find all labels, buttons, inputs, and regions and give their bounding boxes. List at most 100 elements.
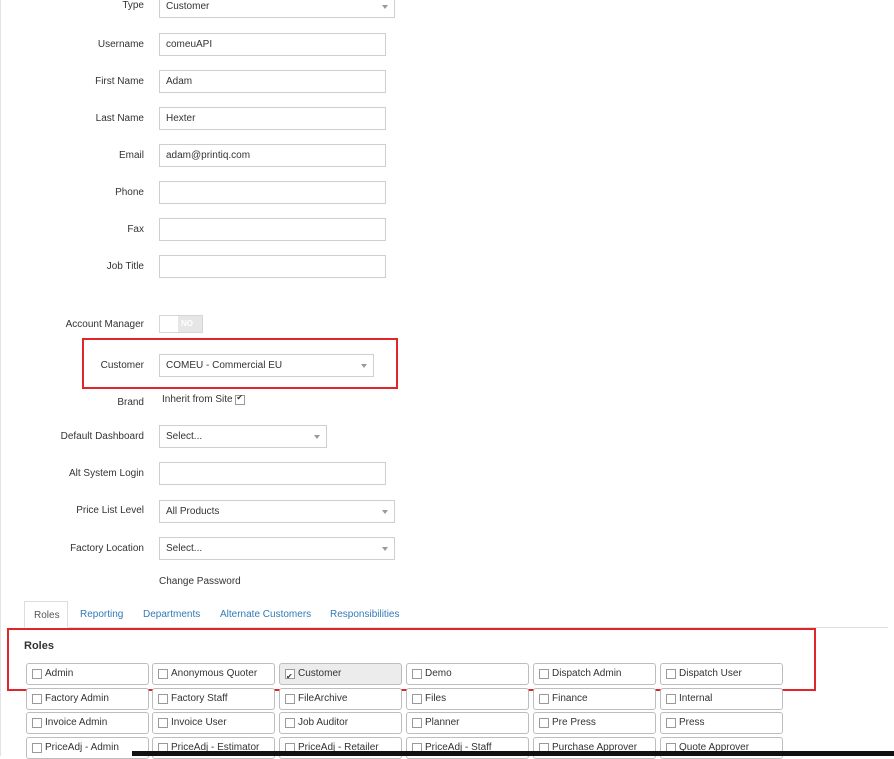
role-label: Admin xyxy=(45,668,74,679)
chevron-down-icon xyxy=(314,435,320,439)
tab-roles[interactable]: Roles xyxy=(24,601,68,628)
role-label: Customer xyxy=(298,668,342,679)
role-checkbox[interactable] xyxy=(285,718,295,728)
role-checkbox[interactable] xyxy=(412,669,422,679)
role-option[interactable]: Pre Press xyxy=(533,712,656,734)
type-label: Type xyxy=(122,0,144,11)
tab-alternate-customers[interactable]: Alternate Customers xyxy=(220,601,311,628)
role-option[interactable]: Job Auditor xyxy=(279,712,402,734)
role-label: Invoice User xyxy=(171,717,227,728)
role-checkbox[interactable] xyxy=(158,694,168,704)
role-checkbox[interactable] xyxy=(666,694,676,704)
role-checkbox[interactable] xyxy=(539,669,549,679)
role-label: PriceAdj - Admin xyxy=(45,742,119,753)
factory-location-label: Factory Location xyxy=(70,543,144,554)
customer-select[interactable]: COMEU - Commercial EU xyxy=(159,354,374,377)
customer-value: COMEU - Commercial EU xyxy=(166,360,283,371)
role-option[interactable]: Invoice User xyxy=(152,712,275,734)
price-list-level-select[interactable]: All Products xyxy=(159,500,395,523)
role-option[interactable]: Files xyxy=(406,688,529,710)
chevron-down-icon xyxy=(382,510,388,514)
job-title-field[interactable] xyxy=(159,255,386,278)
username-field[interactable]: comeuAPI xyxy=(159,33,386,56)
default-dashboard-label: Default Dashboard xyxy=(60,431,144,442)
type-select[interactable]: Customer xyxy=(159,0,395,18)
chevron-down-icon xyxy=(361,364,367,368)
role-checkbox[interactable] xyxy=(158,718,168,728)
role-label: FileArchive xyxy=(298,693,348,704)
role-option[interactable]: Dispatch Admin xyxy=(533,663,656,685)
chevron-down-icon xyxy=(382,5,388,9)
alt-system-login-field[interactable] xyxy=(159,462,386,485)
role-option[interactable]: Customer xyxy=(279,663,402,685)
email-field[interactable]: adam@printiq.com xyxy=(159,144,386,167)
phone-field[interactable] xyxy=(159,181,386,204)
default-dashboard-value: Select... xyxy=(166,431,203,442)
role-label: Invoice Admin xyxy=(45,717,108,728)
tab-reporting[interactable]: Reporting xyxy=(80,601,123,628)
role-checkbox[interactable] xyxy=(539,694,549,704)
factory-location-select[interactable]: Select... xyxy=(159,537,395,560)
role-label: Pre Press xyxy=(552,717,596,728)
role-checkbox[interactable] xyxy=(158,669,168,679)
customer-label: Customer xyxy=(100,360,144,371)
role-label: Files xyxy=(425,693,447,704)
last-name-field[interactable]: Hexter xyxy=(159,107,386,130)
fax-label: Fax xyxy=(127,224,144,235)
role-option[interactable]: Admin xyxy=(26,663,149,685)
role-label: Job Auditor xyxy=(298,717,349,728)
role-checkbox[interactable] xyxy=(32,718,42,728)
role-checkbox[interactable] xyxy=(285,667,295,684)
phone-label: Phone xyxy=(115,187,144,198)
account-manager-toggle[interactable]: NO xyxy=(159,315,203,333)
role-label: Planner xyxy=(425,717,460,728)
role-option[interactable]: Planner xyxy=(406,712,529,734)
role-label: Factory Admin xyxy=(45,693,109,704)
role-option[interactable]: Factory Admin xyxy=(26,688,149,710)
role-checkbox[interactable] xyxy=(539,718,549,728)
role-checkbox[interactable] xyxy=(285,694,295,704)
roles-title: Roles xyxy=(24,640,54,652)
left-border xyxy=(0,0,1,756)
tab-responsibilities[interactable]: Responsibilities xyxy=(330,601,399,628)
role-label: Anonymous Quoter xyxy=(171,668,258,679)
role-option[interactable]: Factory Staff xyxy=(152,688,275,710)
brand-inherit-option[interactable]: Inherit from Site xyxy=(162,393,246,405)
role-option[interactable]: Dispatch User xyxy=(660,663,783,685)
toggle-knob xyxy=(160,316,178,332)
role-label: Internal xyxy=(679,693,713,704)
role-option[interactable]: Finance xyxy=(533,688,656,710)
fax-field[interactable] xyxy=(159,218,386,241)
account-manager-label: Account Manager xyxy=(65,319,144,330)
first-name-field[interactable]: Adam xyxy=(159,70,386,93)
role-label: Press xyxy=(679,717,705,728)
role-checkbox[interactable] xyxy=(412,694,422,704)
brand-inherit-checkbox[interactable] xyxy=(235,393,246,405)
price-list-level-label: Price List Level xyxy=(76,505,144,516)
role-option[interactable]: Press xyxy=(660,712,783,734)
role-option[interactable]: Invoice Admin xyxy=(26,712,149,734)
bottom-edge-bar xyxy=(132,751,894,756)
role-checkbox[interactable] xyxy=(666,718,676,728)
alt-system-login-label: Alt System Login xyxy=(68,468,144,479)
type-value: Customer xyxy=(166,1,210,12)
role-option[interactable]: FileArchive xyxy=(279,688,402,710)
role-label: Demo xyxy=(425,668,452,679)
role-checkbox[interactable] xyxy=(32,694,42,704)
role-checkbox[interactable] xyxy=(666,669,676,679)
change-password-link[interactable]: Change Password xyxy=(159,576,241,587)
factory-location-value: Select... xyxy=(166,543,203,554)
toggle-text: NO xyxy=(181,319,193,328)
price-list-level-value: All Products xyxy=(166,506,220,517)
role-label: Finance xyxy=(552,693,588,704)
first-name-label: First Name xyxy=(95,76,144,87)
role-checkbox[interactable] xyxy=(32,743,42,753)
role-checkbox[interactable] xyxy=(32,669,42,679)
role-option[interactable]: Demo xyxy=(406,663,529,685)
role-option[interactable]: Internal xyxy=(660,688,783,710)
role-option[interactable]: Anonymous Quoter xyxy=(152,663,275,685)
role-checkbox[interactable] xyxy=(412,718,422,728)
default-dashboard-select[interactable]: Select... xyxy=(159,425,327,448)
email-label: Email xyxy=(118,150,144,161)
tab-departments[interactable]: Departments xyxy=(143,601,200,628)
